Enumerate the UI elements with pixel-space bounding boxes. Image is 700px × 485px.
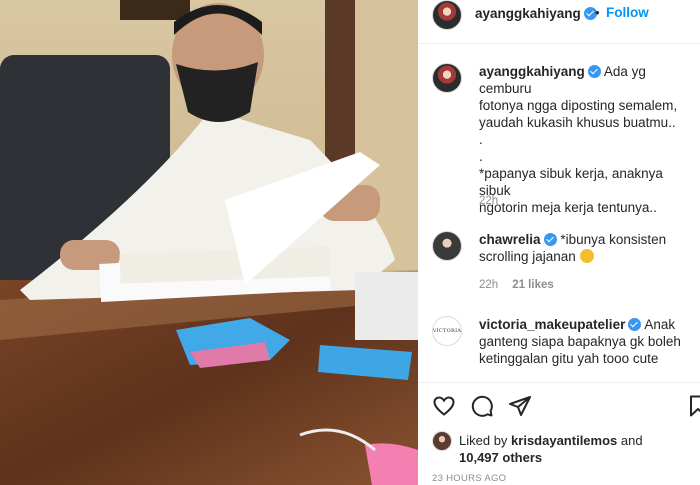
liked-by-line-1: Liked by krisdayantilemos and xyxy=(459,433,643,448)
caption-line-6: *papanya sibuk kerja, anaknya sibuk xyxy=(479,166,663,198)
comment-likes[interactable]: 21 likes xyxy=(512,279,554,291)
comment-time[interactable]: 22h xyxy=(479,279,498,291)
follow-button[interactable]: Follow xyxy=(606,5,649,20)
comment-line-3: ketinggalan gitu yah tooo cute xyxy=(479,351,659,366)
comment-meta: 22h 21 likes xyxy=(479,279,554,291)
share-icon[interactable] xyxy=(508,394,532,418)
caption-line-4: . xyxy=(479,132,483,147)
comment-icon[interactable] xyxy=(470,394,494,418)
post-side-panel: ayanggkahiyang • Follow ayanggkahiyang A… xyxy=(418,0,700,485)
photo-illustration xyxy=(0,0,418,485)
liked-by-line-2: 10,497 others xyxy=(459,450,542,465)
post-header: ayanggkahiyang • Follow xyxy=(418,0,700,30)
comment-line-2: scrolling jajanan xyxy=(479,249,576,264)
caption-line-3: yaudah kukasih khusus buatmu.. xyxy=(479,115,676,130)
caption-time[interactable]: 22h xyxy=(479,195,498,207)
caption-line-2: fotonya ngga diposting semalem, xyxy=(479,98,678,113)
commenter-username[interactable]: victoria_makeupatelier xyxy=(479,317,625,332)
liked-by-prefix: Liked by xyxy=(459,433,508,448)
comment-line-1: Anak xyxy=(644,317,676,332)
comment-line-2: ganteng siapa bapaknya gk boleh xyxy=(479,334,681,349)
caption-meta: 22h xyxy=(479,195,498,207)
caption-line-5: . xyxy=(479,149,483,164)
heart-icon[interactable] xyxy=(432,394,456,418)
caption-username[interactable]: ayanggkahiyang xyxy=(479,64,585,79)
liker-avatar[interactable] xyxy=(432,431,452,451)
clapping-hands-emoji-icon xyxy=(579,249,594,263)
commenter-avatar[interactable] xyxy=(432,231,462,261)
verified-badge-icon xyxy=(543,233,557,246)
commenter-avatar[interactable]: VICTORIA xyxy=(432,316,462,346)
verified-badge-icon xyxy=(628,318,642,331)
commenter-username[interactable]: chawrelia xyxy=(479,232,541,247)
post-actions xyxy=(432,394,700,418)
verified-badge-icon xyxy=(587,65,601,78)
author-avatar[interactable] xyxy=(432,0,462,30)
author-name-wrap: ayanggkahiyang xyxy=(475,5,597,23)
comment-line-1: *ibunya konsisten xyxy=(560,232,667,247)
victoria-logo: VICTORIA xyxy=(432,328,462,334)
separator-dot: • xyxy=(595,5,600,20)
comment-text: victoria_makeupatelier Anak ganteng siap… xyxy=(479,316,695,367)
caption-text: ayanggkahiyang Ada yg cemburu fotonya ng… xyxy=(479,63,695,216)
liked-by-and: and xyxy=(620,433,643,448)
likes-count[interactable]: 10,497 others xyxy=(459,450,542,465)
actions-divider xyxy=(418,382,700,383)
liked-by-username[interactable]: krisdayantilemos xyxy=(511,433,617,448)
header-divider xyxy=(418,43,700,44)
comment-text: chawrelia *ibunya konsisten scrolling ja… xyxy=(479,231,695,265)
post-timestamp[interactable]: 23 HOURS AGO xyxy=(432,473,506,484)
caption-line-7: ngotorin meja kerja tentunya.. xyxy=(479,200,657,215)
author-username[interactable]: ayanggkahiyang xyxy=(475,6,581,21)
caption-author-avatar[interactable] xyxy=(432,63,462,93)
bookmark-icon[interactable] xyxy=(686,394,700,418)
post-photo xyxy=(0,0,418,485)
